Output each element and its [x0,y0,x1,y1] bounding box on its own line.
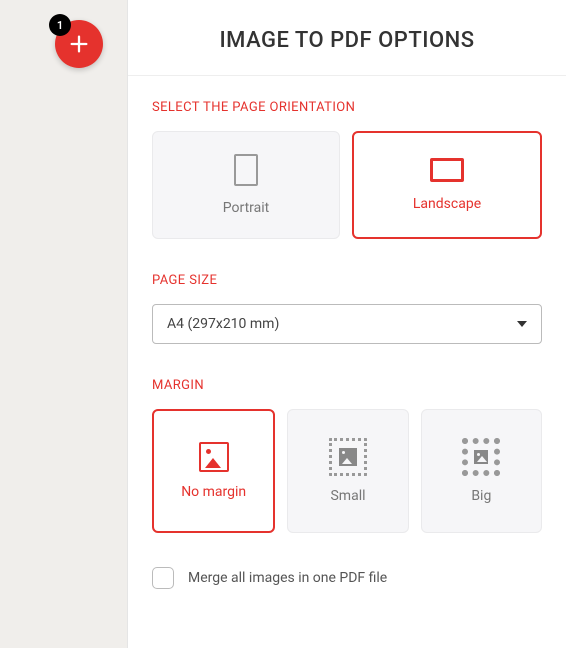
big-margin-icon [462,438,500,476]
margin-small-label: Small [330,488,365,505]
merge-label: Merge all images in one PDF file [188,570,387,586]
orientation-options: Portrait Landscape [152,131,542,239]
file-count-badge: 1 [49,14,71,36]
landscape-label: Landscape [413,196,481,212]
landscape-icon [430,158,464,182]
panel-title: IMAGE TO PDF OPTIONS [128,0,566,76]
margin-label: MARGIN [152,378,542,393]
margin-big-label: Big [471,488,491,505]
options-panel: IMAGE TO PDF OPTIONS SELECT THE PAGE ORI… [128,0,566,648]
chevron-down-icon [517,321,527,327]
margin-options: No margin Small Big [152,409,542,533]
margin-none-label: No margin [181,484,246,501]
merge-checkbox[interactable] [152,567,174,589]
orientation-portrait[interactable]: Portrait [152,131,340,239]
pagesize-select[interactable]: A4 (297x210 mm) [152,304,542,344]
left-sidebar: 1 [0,0,128,648]
pagesize-value: A4 (297x210 mm) [167,316,279,332]
pagesize-label: PAGE SIZE [152,273,542,288]
merge-row: Merge all images in one PDF file [152,567,542,589]
no-margin-icon [199,442,229,472]
orientation-label: SELECT THE PAGE ORIENTATION [152,100,542,115]
margin-big[interactable]: Big [421,409,542,533]
portrait-icon [234,154,258,186]
add-button[interactable]: 1 [55,20,103,68]
portrait-label: Portrait [223,200,269,216]
orientation-landscape[interactable]: Landscape [352,131,542,239]
margin-small[interactable]: Small [287,409,408,533]
plus-icon [68,33,90,55]
margin-none[interactable]: No margin [152,409,275,533]
small-margin-icon [329,438,367,476]
panel-body: SELECT THE PAGE ORIENTATION Portrait Lan… [128,76,566,589]
pagesize-select-wrap: A4 (297x210 mm) [152,304,542,344]
